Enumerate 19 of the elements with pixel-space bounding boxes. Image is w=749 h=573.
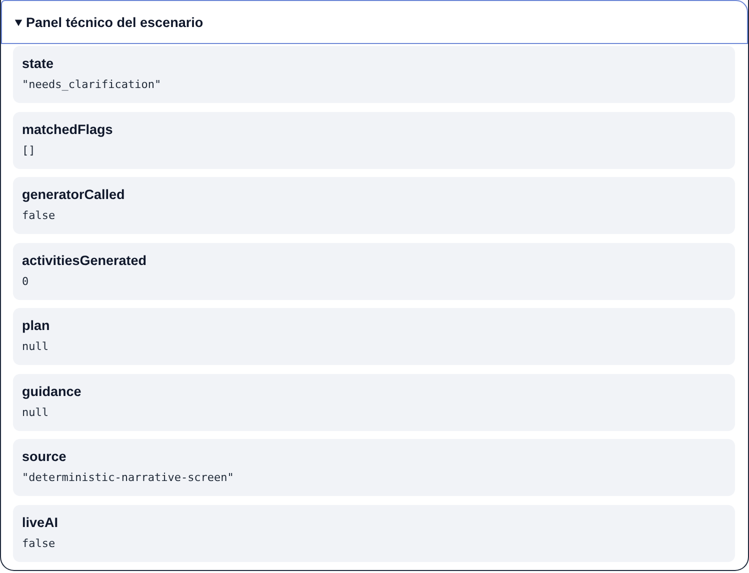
field-value: false <box>22 209 56 222</box>
field-value: 0 <box>22 274 30 288</box>
field-name: matchedFlags <box>22 122 114 136</box>
panel-title: Panel técnico del escenario <box>26 14 204 30</box>
field-name: guidance <box>22 384 82 398</box>
field-value: "needs_clarification" <box>22 78 162 91</box>
triangle-icon <box>14 18 23 26</box>
field-name: plan <box>22 318 51 333</box>
field-value: null <box>22 340 50 353</box>
field-name: generatorCalled <box>22 187 126 202</box>
field-name: activitiesGenerated <box>22 252 148 268</box>
field-value: "deterministic-narrative-screen" <box>22 471 235 484</box>
field-name: source <box>22 449 68 464</box>
field-value: null <box>22 406 50 418</box>
panel-header[interactable]: Panel técnico del escenario <box>1 0 748 44</box>
field-name: state <box>22 56 55 71</box>
field-name: liveAI <box>22 514 60 530</box>
field-value: false <box>22 536 56 550</box>
field-value: [] <box>22 144 36 156</box>
